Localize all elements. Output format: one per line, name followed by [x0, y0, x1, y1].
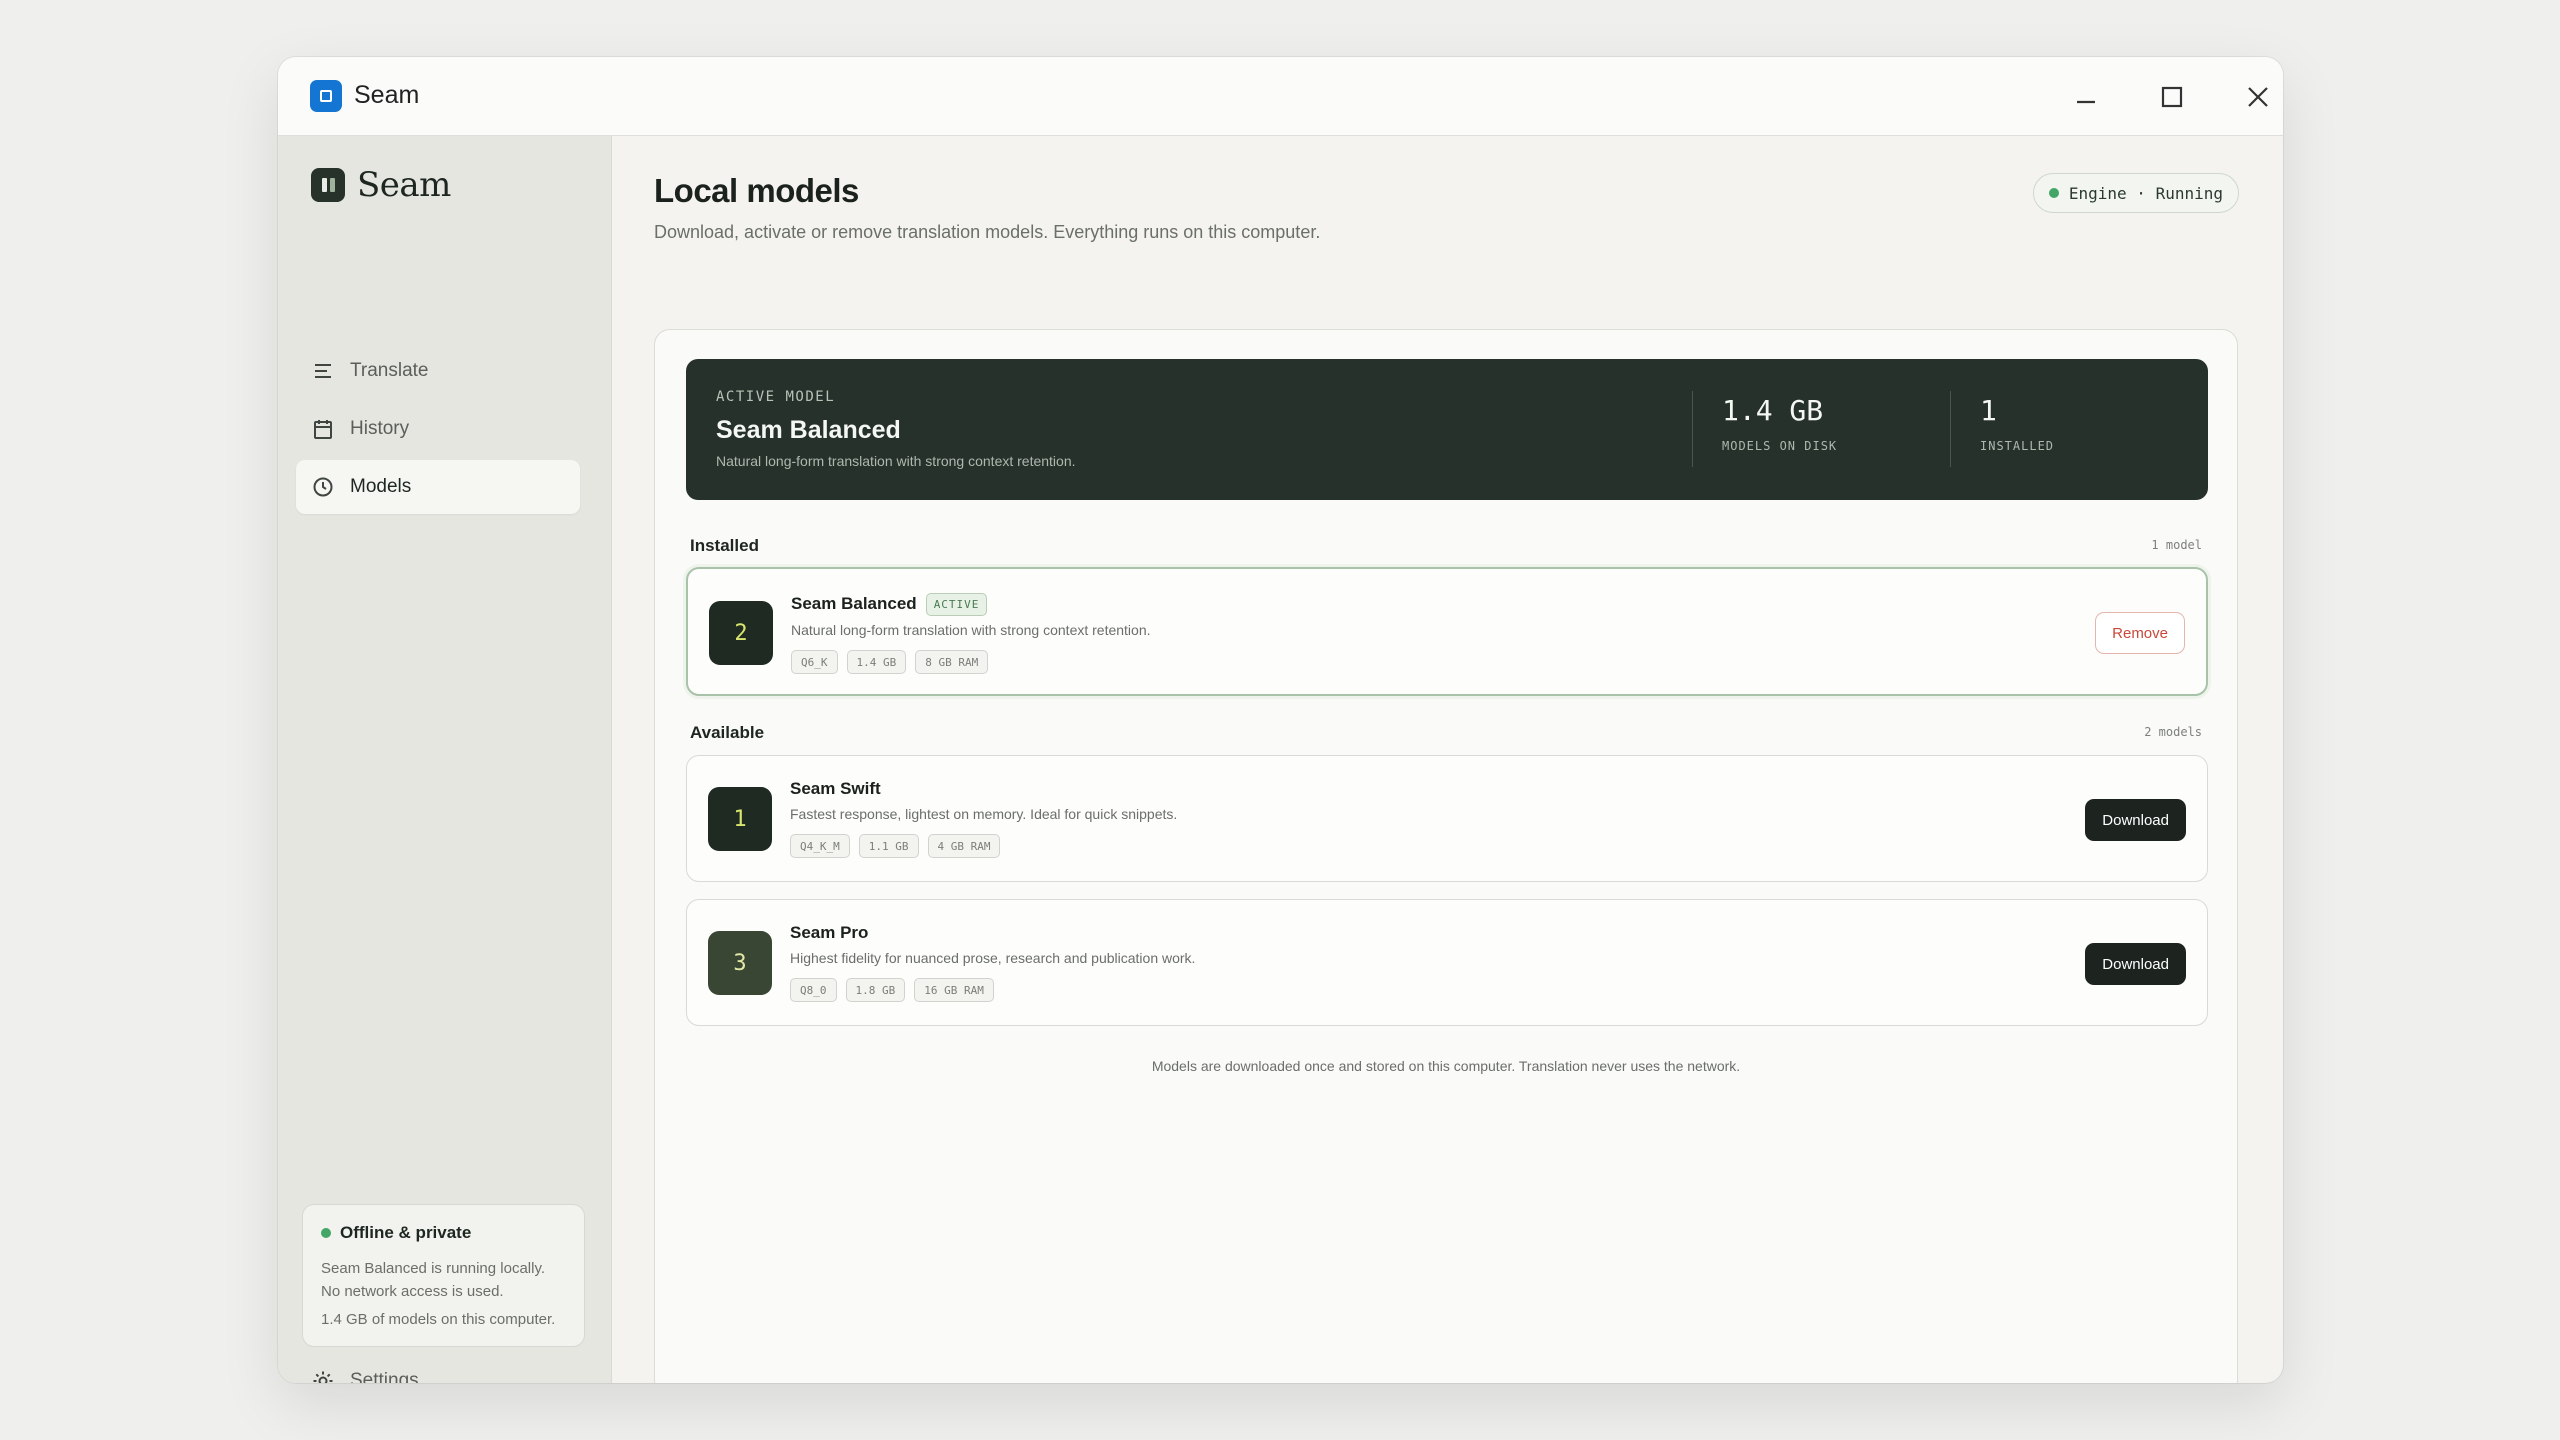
model-name-row: Seam Balanced ACTIVE: [791, 593, 988, 616]
title-bar: Seam: [278, 57, 2283, 136]
model-card-seam-pro: 3 Seam Pro Highest fidelity for nuanced …: [686, 899, 2208, 1026]
spec-chip: Q6_K: [791, 650, 838, 674]
stat-value: 1: [1980, 394, 1997, 427]
sidebar-item-label: Models: [350, 476, 412, 497]
status-dot-icon: [321, 1228, 331, 1238]
sidebar-item-label: Translate: [350, 360, 429, 381]
brand-logo-icon: [311, 168, 345, 202]
footer-note: Models are downloaded once and stored on…: [1151, 1058, 1741, 1074]
offline-status-card: Offline & private Seam Balanced is runni…: [302, 1204, 585, 1347]
engine-status-text: Engine · Running: [2068, 183, 2223, 203]
sidebar-item-history[interactable]: History: [296, 402, 580, 456]
offline-description: Seam Balanced is running locally. No net…: [321, 1257, 566, 1303]
spec-chip: 16 GB RAM: [914, 978, 994, 1002]
calendar-icon: [314, 420, 332, 439]
divider: [1692, 391, 1693, 467]
active-model-kicker: ACTIVE MODEL: [716, 389, 836, 405]
active-model-description: Natural long-form translation with stron…: [716, 453, 1076, 469]
maximize-button[interactable]: [2150, 75, 2194, 119]
divider: [1950, 391, 1951, 467]
brand-name: Seam: [357, 165, 451, 205]
app-window: Seam Seam Translate History Models Offli…: [278, 57, 2283, 1383]
status-dot-icon: [2048, 188, 2059, 198]
download-button[interactable]: Download: [2085, 943, 2186, 985]
model-name: Seam Pro: [790, 923, 869, 942]
spec-chip: 1.4 GB: [846, 650, 907, 674]
model-description: Highest fidelity for nuanced prose, rese…: [790, 950, 1196, 966]
spec-chip: 4 GB RAM: [927, 834, 1001, 858]
section-installed-count: 1 model: [2151, 538, 2202, 552]
section-available-label: Available: [690, 723, 765, 742]
spec-chip: 8 GB RAM: [915, 650, 989, 674]
minimize-button[interactable]: [2064, 75, 2108, 119]
model-description: Natural long-form translation with stron…: [791, 622, 1151, 638]
model-description: Fastest response, lightest on memory. Id…: [790, 806, 1178, 822]
sidebar-item-settings[interactable]: Settings: [312, 1370, 419, 1383]
model-number-badge: 1: [708, 787, 772, 851]
minimize-icon: [2077, 100, 2095, 104]
active-model-banner: ACTIVE MODEL Seam Balanced Natural long-…: [686, 359, 2208, 500]
active-model-name: Seam Balanced: [716, 416, 901, 444]
maximize-icon: [2161, 86, 2183, 108]
offline-footer: 1.4 GB of models on this computer.: [321, 1311, 556, 1328]
sidebar: Seam Translate History Models Offline & …: [278, 136, 612, 1383]
remove-button[interactable]: Remove: [2095, 612, 2185, 654]
settings-label: Settings: [350, 1370, 419, 1383]
stat-value: 1.4 GB: [1722, 394, 1824, 427]
spec-chip: Q8_0: [790, 978, 837, 1002]
offline-title: Offline & private: [340, 1223, 472, 1242]
main-content: Local models Download, activate or remov…: [612, 136, 2283, 1383]
spec-chip: 1.1 GB: [858, 834, 919, 858]
section-available-count: 2 models: [2144, 725, 2202, 739]
models-panel: ACTIVE MODEL Seam Balanced Natural long-…: [654, 329, 2238, 1383]
model-specs: Q4_K_M 1.1 GB 4 GB RAM: [790, 834, 1001, 858]
brand: Seam: [311, 165, 451, 205]
model-number-badge: 2: [709, 601, 773, 665]
gear-icon: [313, 1371, 333, 1383]
spec-chip: Q4_K_M: [790, 834, 850, 858]
stat-installed: 1 INSTALLED: [1980, 394, 2054, 453]
stat-label: INSTALLED: [1980, 439, 2055, 453]
offline-line: Seam Balanced is running locally.: [321, 1260, 546, 1277]
close-icon: [2248, 87, 2268, 107]
model-name: Seam Balanced: [791, 594, 917, 613]
model-name: Seam Swift: [790, 779, 881, 798]
model-card-seam-balanced: 2 Seam Balanced ACTIVE Natural long-form …: [686, 567, 2208, 696]
offline-title-row: Offline & private: [321, 1223, 566, 1243]
model-number-badge: 3: [708, 931, 772, 995]
page-title: Local models: [654, 172, 859, 209]
offline-line: No network access is used.: [321, 1283, 504, 1300]
spec-chip: 1.8 GB: [845, 978, 906, 1002]
app-square-icon: [310, 80, 342, 112]
sidebar-item-models[interactable]: Models: [296, 460, 580, 514]
lines-icon: [315, 364, 331, 378]
stat-models-on-disk: 1.4 GB MODELS ON DISK: [1722, 394, 1837, 453]
sidebar-nav: Translate History Models: [296, 344, 580, 518]
engine-status-badge: Engine · Running: [2032, 173, 2239, 213]
sidebar-item-translate[interactable]: Translate: [296, 344, 580, 398]
download-button[interactable]: Download: [2085, 799, 2186, 841]
active-badge: ACTIVE: [925, 593, 988, 616]
section-installed-label: Installed: [690, 536, 759, 555]
stat-label: MODELS ON DISK: [1722, 439, 1838, 453]
clock-icon: [313, 477, 333, 497]
model-specs: Q8_0 1.8 GB 16 GB RAM: [790, 978, 994, 1002]
close-button[interactable]: [2236, 75, 2280, 119]
page-subtitle: Download, activate or remove translation…: [654, 222, 1321, 242]
model-specs: Q6_K 1.4 GB 8 GB RAM: [791, 650, 989, 674]
window-title: Seam: [354, 81, 420, 109]
model-card-seam-swift: 1 Seam Swift Fastest response, lightest …: [686, 755, 2208, 882]
sidebar-item-label: History: [350, 418, 410, 439]
